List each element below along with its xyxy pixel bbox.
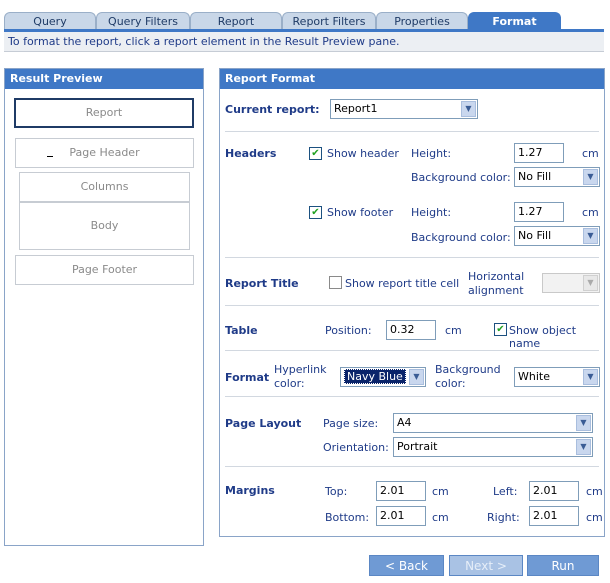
divider — [225, 350, 599, 351]
divider — [225, 396, 599, 397]
footer-height-unit: cm — [582, 206, 599, 219]
orientation-select[interactable]: Portrait ▼ — [393, 437, 593, 457]
header-bg-select[interactable]: No Fill ▼ — [514, 167, 600, 187]
footer-bg-select[interactable]: No Fill ▼ — [514, 226, 600, 246]
tab-report-filters[interactable]: Report Filters — [282, 12, 376, 30]
run-button[interactable]: Run — [527, 555, 599, 576]
margin-top-input[interactable]: 2.01 — [376, 481, 426, 501]
page-size-select[interactable]: A4 ▼ — [393, 413, 593, 433]
show-report-title-label: Show report title cell — [345, 277, 460, 290]
preview-body[interactable]: Body — [19, 202, 190, 250]
preview-page-footer[interactable]: Page Footer — [15, 255, 194, 285]
table-section-label: Table — [225, 324, 258, 337]
next-button[interactable]: Next > — [449, 555, 523, 576]
chevron-down-icon: ▼ — [583, 275, 598, 291]
preview-page-header[interactable]: Page Header — [15, 138, 194, 168]
report-format-panel: Report Format Current report: Report1 ▼ … — [219, 68, 605, 537]
horizontal-alignment-label-2: alignment — [468, 284, 524, 297]
margin-right-unit: cm — [586, 511, 603, 524]
current-report-value: Report1 — [334, 102, 378, 115]
orientation-label: Orientation: — [323, 441, 389, 454]
format-section-label: Format — [225, 371, 270, 384]
margins-section-label: Margins — [225, 484, 275, 497]
footer-bg-label: Background color: — [411, 231, 511, 244]
show-object-name-label: Show object name — [509, 324, 577, 350]
page-size-value: A4 — [397, 416, 412, 429]
header-bg-value: No Fill — [518, 170, 552, 183]
show-footer-label: Show footer — [327, 206, 394, 219]
back-button[interactable]: < Back — [369, 555, 444, 576]
headers-section-label: Headers — [225, 147, 277, 160]
header-height-label: Height: — [411, 147, 452, 160]
report-format-title: Report Format — [220, 69, 604, 89]
chevron-down-icon: ▼ — [461, 101, 476, 117]
report-title-section-label: Report Title — [225, 277, 299, 290]
background-color-label-2: color: — [435, 377, 466, 390]
current-report-select[interactable]: Report1 ▼ — [330, 99, 478, 119]
divider — [225, 131, 599, 132]
chevron-down-icon: ▼ — [409, 369, 424, 385]
result-preview-title: Result Preview — [5, 69, 203, 89]
show-object-name-checkbox[interactable]: ✔ — [494, 323, 507, 336]
hyperlink-color-label-2: color: — [274, 377, 305, 390]
chevron-down-icon: ▼ — [583, 169, 598, 185]
background-color-value: White — [518, 370, 550, 383]
margin-top-label: Top: — [325, 485, 348, 498]
table-position-unit: cm — [445, 324, 462, 337]
tab-report[interactable]: Report — [190, 12, 282, 30]
table-position-input[interactable]: 0.32 — [386, 320, 436, 340]
footer-height-input[interactable]: 1.27 — [514, 202, 564, 222]
margin-left-label: Left: — [493, 485, 518, 498]
info-message: To format the report, click a report ele… — [4, 32, 604, 52]
hyperlink-color-label-1: Hyperlink — [274, 363, 327, 376]
header-height-unit: cm — [582, 147, 599, 160]
hyperlink-color-select[interactable]: Navy Blue ▼ — [340, 367, 426, 387]
tab-properties[interactable]: Properties — [376, 12, 468, 30]
tab-query[interactable]: Query — [4, 12, 96, 30]
page-layout-section-label: Page Layout — [225, 417, 302, 430]
margin-bottom-input[interactable]: 2.01 — [376, 506, 426, 526]
show-report-title-checkbox[interactable] — [329, 276, 342, 289]
page-header-label: Page Header — [69, 146, 140, 159]
show-header-label: Show header — [327, 147, 399, 160]
show-footer-checkbox[interactable]: ✔ — [309, 206, 322, 219]
page-size-label: Page size: — [323, 417, 379, 430]
margin-bottom-unit: cm — [432, 511, 449, 524]
background-color-label-1: Background — [435, 363, 501, 376]
divider — [225, 257, 599, 258]
footer-height-label: Height: — [411, 206, 452, 219]
current-report-label: Current report: — [225, 103, 320, 116]
hyperlink-color-value: Navy Blue — [344, 369, 406, 384]
chevron-down-icon: ▼ — [576, 415, 591, 431]
tab-query-filters[interactable]: Query Filters — [96, 12, 190, 30]
header-height-input[interactable]: 1.27 — [514, 143, 564, 163]
margin-right-input[interactable]: 2.01 — [529, 506, 579, 526]
divider — [225, 305, 599, 306]
show-header-checkbox[interactable]: ✔ — [309, 147, 322, 160]
preview-report[interactable]: Report — [14, 98, 194, 128]
margin-bottom-label: Bottom: — [325, 511, 370, 524]
orientation-value: Portrait — [397, 440, 438, 453]
margin-left-input[interactable]: 2.01 — [529, 481, 579, 501]
horizontal-alignment-label-1: Horizontal — [468, 270, 525, 283]
chevron-down-icon: ▼ — [576, 439, 591, 455]
margin-left-unit: cm — [586, 485, 603, 498]
chevron-down-icon: ▼ — [583, 228, 598, 244]
divider — [225, 466, 599, 467]
horizontal-alignment-select[interactable]: ▼ — [542, 273, 600, 293]
tab-format[interactable]: Format — [468, 12, 561, 30]
footer-bg-value: No Fill — [518, 229, 552, 242]
result-preview-panel: Result Preview Report Page Header Column… — [4, 68, 204, 546]
header-bg-label: Background color: — [411, 171, 511, 184]
cursor-marker — [47, 156, 53, 157]
background-color-select[interactable]: White ▼ — [514, 367, 600, 387]
margin-right-label: Right: — [487, 511, 520, 524]
chevron-down-icon: ▼ — [583, 369, 598, 385]
table-position-label: Position: — [325, 324, 372, 337]
preview-columns[interactable]: Columns — [19, 172, 190, 202]
margin-top-unit: cm — [432, 485, 449, 498]
